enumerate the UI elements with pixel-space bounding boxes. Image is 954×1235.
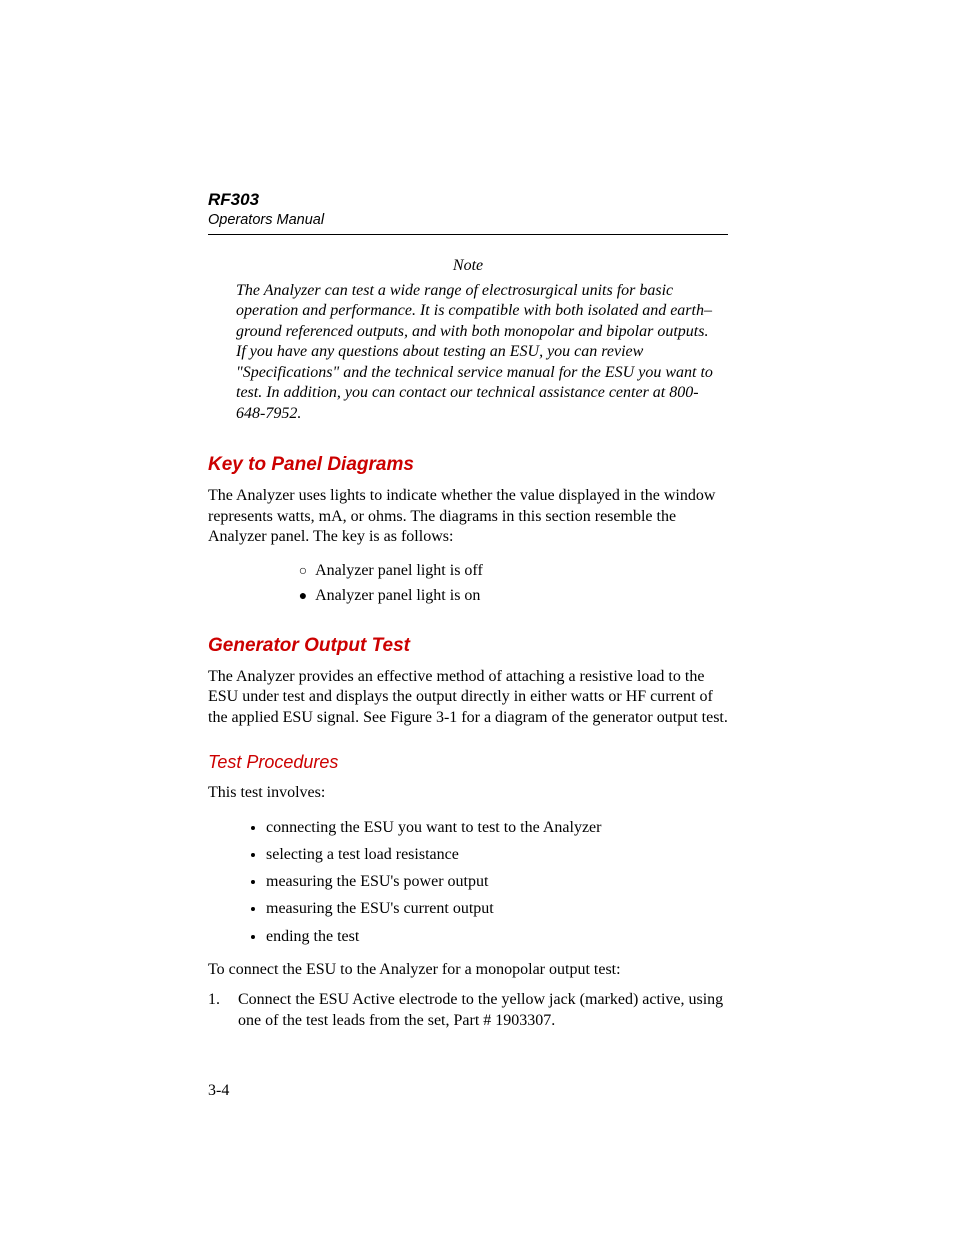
- list-item: measuring the ESU's current output: [266, 895, 728, 922]
- panel-key-text: Analyzer panel light is on: [315, 587, 480, 604]
- running-header: RF303 Operators Manual: [208, 190, 728, 235]
- page-number: 3-4: [208, 1082, 229, 1100]
- panel-key-list: ○ Analyzer panel light is off ● Analyzer…: [294, 558, 728, 609]
- heading-generator-output: Generator Output Test: [208, 635, 728, 657]
- test-procedures-bullets: connecting the ESU you want to test to t…: [266, 814, 728, 950]
- list-item: ending the test: [266, 923, 728, 950]
- key-to-panel-body: The Analyzer uses lights to indicate whe…: [208, 486, 728, 547]
- light-off-icon: ○: [294, 561, 312, 583]
- step-1: 1. Connect the ESU Active electrode to t…: [208, 990, 728, 1031]
- step-number: 1.: [208, 990, 238, 1031]
- doc-model: RF303: [208, 190, 728, 210]
- step-text: Connect the ESU Active electrode to the …: [238, 990, 728, 1031]
- note-body: The Analyzer can test a wide range of el…: [236, 281, 718, 424]
- list-item: measuring the ESU's power output: [266, 868, 728, 895]
- page: RF303 Operators Manual Note The Analyzer…: [0, 0, 954, 1235]
- connect-intro: To connect the ESU to the Analyzer for a…: [208, 960, 728, 980]
- content-column: RF303 Operators Manual Note The Analyzer…: [208, 190, 728, 1031]
- panel-key-item-on: ● Analyzer panel light is on: [294, 583, 728, 609]
- list-item: selecting a test load resistance: [266, 841, 728, 868]
- test-procedures-intro: This test involves:: [208, 783, 728, 803]
- connect-steps: 1. Connect the ESU Active electrode to t…: [208, 990, 728, 1031]
- doc-subtitle: Operators Manual: [208, 212, 728, 228]
- header-rule: [208, 234, 728, 235]
- generator-output-body: The Analyzer provides an effective metho…: [208, 667, 728, 728]
- panel-key-text: Analyzer panel light is off: [315, 562, 483, 579]
- heading-test-procedures: Test Procedures: [208, 752, 728, 773]
- list-item: connecting the ESU you want to test to t…: [266, 814, 728, 841]
- heading-key-to-panel: Key to Panel Diagrams: [208, 454, 728, 476]
- panel-key-item-off: ○ Analyzer panel light is off: [294, 558, 728, 584]
- note-label: Note: [208, 257, 728, 275]
- light-on-icon: ●: [294, 586, 312, 608]
